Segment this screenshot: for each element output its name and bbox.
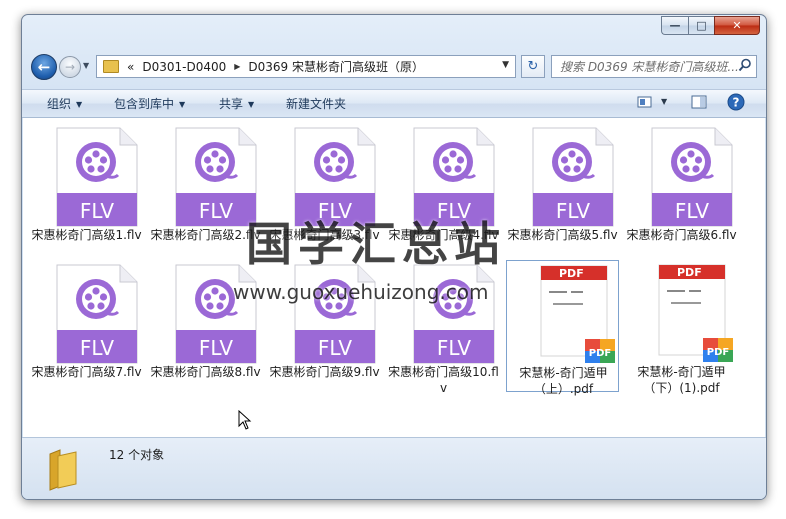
video-file-icon: FLV: [532, 127, 614, 227]
svg-text:?: ?: [733, 96, 740, 110]
include-in-library-button[interactable]: 包含到库中 ▼: [114, 95, 185, 112]
preview-pane-icon[interactable]: [691, 94, 707, 110]
breadcrumb-item-current[interactable]: D0369 宋慧彬奇门高级班（原）: [248, 58, 424, 75]
file-name: 宋惠彬奇门高级5.flv: [507, 228, 618, 242]
watermark-chinese: 国学汇总站: [246, 217, 506, 271]
breadcrumb-item-parent[interactable]: D0301-D0400: [142, 60, 226, 74]
pdf-badge-label: PDF: [589, 348, 611, 359]
organize-button[interactable]: 组织 ▼: [47, 95, 82, 112]
refresh-button[interactable]: ↻: [521, 55, 545, 78]
forward-button[interactable]: →: [59, 56, 81, 78]
chevron-down-icon: ▼: [179, 100, 186, 109]
flv-file-item[interactable]: FLV 宋惠彬奇门高级7.flv: [30, 260, 143, 392]
recent-pages-dropdown[interactable]: ▼: [83, 61, 89, 70]
video-file-icon: FLV: [56, 264, 138, 364]
video-file-icon: FLV: [56, 127, 138, 227]
new-folder-button[interactable]: 新建文件夹: [286, 95, 346, 112]
file-name: 宋惠彬奇门高级1.flv: [31, 228, 142, 242]
search-box[interactable]: [551, 55, 757, 78]
flv-icon-label: FLV: [199, 336, 233, 360]
navigation-bar: ← → ▼ « D0301-D0400 ▶ D0369 宋慧彬奇门高级班（原） …: [29, 53, 759, 83]
flv-icon-label: FLV: [80, 336, 114, 360]
pdf-file-icon: PDF PDF: [658, 264, 733, 362]
breadcrumb-chevron-icon[interactable]: ▶: [234, 62, 240, 71]
search-input[interactable]: [558, 58, 740, 75]
file-name: 宋慧彬-奇门遁甲（上）.pdf: [519, 366, 608, 396]
maximize-icon: □: [696, 19, 707, 32]
mouse-cursor-icon: [238, 410, 252, 430]
video-file-icon: FLV: [651, 127, 733, 227]
minimize-icon: —: [669, 19, 681, 32]
file-name: 宋慧彬-奇门遁甲（下）(1).pdf: [637, 365, 726, 395]
flv-file-item[interactable]: FLV 宋惠彬奇门高级6.flv: [625, 123, 738, 255]
watermark-url: www.guoxuehuizong.com: [233, 280, 489, 304]
flv-file-item[interactable]: FLV 宋惠彬奇门高级1.flv: [30, 123, 143, 255]
close-icon: ✕: [732, 19, 742, 32]
change-view-icon[interactable]: [637, 94, 653, 110]
refresh-icon: ↻: [527, 59, 539, 74]
flv-icon-label: FLV: [80, 199, 114, 223]
forward-arrow-icon: →: [64, 60, 76, 74]
caption-buttons: — □ ✕: [661, 16, 760, 35]
flv-icon-label: FLV: [437, 336, 471, 360]
view-options-dropdown-icon[interactable]: ▼: [661, 97, 667, 106]
file-name: 宋惠彬奇门高级7.flv: [31, 365, 142, 379]
address-bar[interactable]: « D0301-D0400 ▶ D0369 宋慧彬奇门高级班（原） ▼: [96, 55, 516, 78]
close-button[interactable]: ✕: [714, 16, 760, 35]
include-in-library-label: 包含到库中: [114, 97, 175, 111]
new-folder-label: 新建文件夹: [286, 97, 347, 111]
pdf-header-label: PDF: [677, 266, 702, 279]
folder-icon: [49, 449, 77, 491]
file-name: 宋惠彬奇门高级6.flv: [626, 228, 737, 242]
details-pane: 12 个对象: [22, 437, 766, 499]
pdf-file-item[interactable]: PDF PDF 宋慧彬-奇门遁甲（上）.pdf: [506, 260, 619, 396]
search-icon[interactable]: [738, 58, 752, 72]
back-button[interactable]: ←: [31, 54, 57, 80]
flv-icon-label: FLV: [556, 199, 590, 223]
back-arrow-icon: ←: [37, 58, 51, 76]
chevron-down-icon: ▼: [76, 100, 83, 109]
help-icon[interactable]: ?: [727, 93, 745, 111]
minimize-button[interactable]: —: [661, 16, 688, 35]
flv-icon-label: FLV: [675, 199, 709, 223]
breadcrumb-overflow[interactable]: «: [127, 60, 134, 74]
address-dropdown-icon[interactable]: ▼: [502, 60, 509, 70]
flv-icon-label: FLV: [318, 336, 352, 360]
organize-label: 组织: [47, 97, 72, 111]
pdf-file-icon: PDF PDF: [540, 265, 615, 363]
file-name: 宋惠彬奇门高级10.flv: [388, 365, 499, 395]
chevron-down-icon: ▼: [248, 100, 255, 109]
share-label: 共享: [219, 97, 244, 111]
pdf-file-item[interactable]: PDF PDF 宋慧彬-奇门遁甲（下）(1).pdf: [625, 260, 738, 395]
file-name: 宋惠彬奇门高级8.flv: [150, 365, 261, 379]
share-button[interactable]: 共享 ▼: [219, 95, 254, 112]
flv-file-item[interactable]: FLV 宋惠彬奇门高级5.flv: [506, 123, 619, 255]
flv-icon-label: FLV: [199, 199, 233, 223]
pdf-header-label: PDF: [559, 267, 584, 280]
folder-icon: [103, 60, 119, 73]
command-bar: 组织 ▼ 包含到库中 ▼ 共享 ▼ 新建文件夹 ▼ ?: [22, 89, 766, 118]
item-count: 12 个对象: [109, 448, 165, 462]
file-name: 宋惠彬奇门高级9.flv: [269, 365, 380, 379]
pdf-badge-label: PDF: [707, 347, 729, 358]
maximize-button[interactable]: □: [688, 16, 714, 35]
file-list-pane[interactable]: FLV 宋惠彬奇门高级1.flv FLV 宋惠彬奇门高级2.flv FLV 宋惠…: [23, 118, 765, 437]
